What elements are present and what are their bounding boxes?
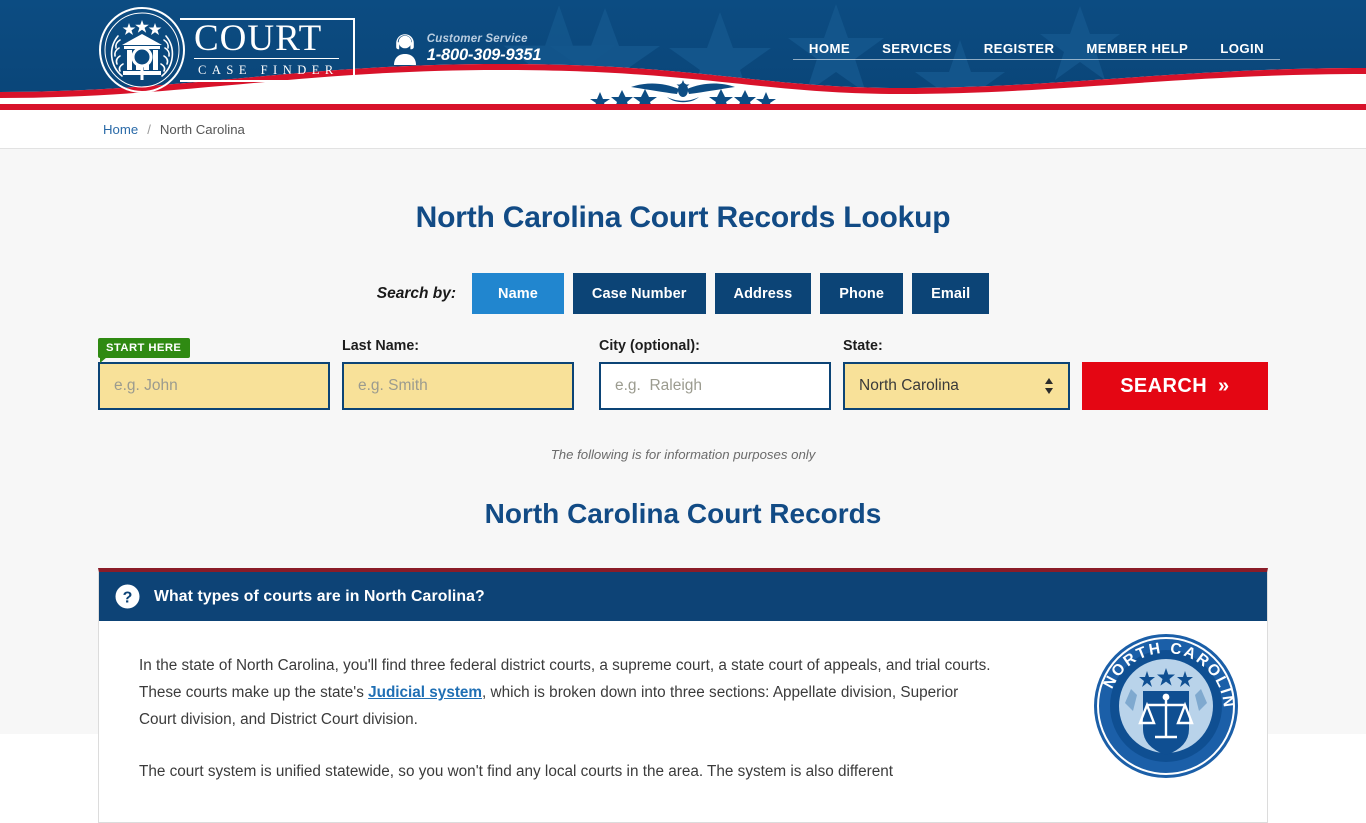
nav-item-member-help[interactable]: MEMBER HELP — [1070, 41, 1205, 60]
page-title: North Carolina Court Records Lookup — [415, 201, 951, 234]
faq-panel: ? What types of courts are in North Caro… — [98, 568, 1268, 823]
city-input[interactable] — [599, 362, 831, 410]
tab-address[interactable]: Address — [714, 273, 812, 314]
nav-item-home[interactable]: HOME — [792, 41, 867, 60]
breadcrumb-current: North Carolina — [159, 121, 245, 137]
city-label: City (optional): — [599, 338, 700, 354]
search-button-label: SEARCH — [1120, 374, 1208, 397]
state-select-value: North Carolina — [859, 377, 959, 394]
faq-body: NORTH CAROLINA In — [99, 621, 1267, 822]
last-name-label: Last Name: — [342, 338, 420, 354]
svg-text:?: ? — [123, 590, 133, 607]
question-mark-circle-icon: ? — [115, 584, 140, 609]
site-header: COURT CASE FINDER Customer Service 1-800… — [0, 0, 1366, 104]
nav-item-services[interactable]: SERVICES — [866, 41, 968, 60]
start-here-badge: START HERE — [98, 338, 191, 363]
tab-case-number[interactable]: Case Number — [572, 273, 706, 314]
city-group: City (optional): — [599, 338, 831, 410]
search-fields-row: First Name: Last Name: City (optional): … — [98, 338, 1268, 410]
first-name-input[interactable] — [98, 362, 330, 410]
last-name-group: Last Name: — [342, 338, 574, 410]
state-select[interactable]: North Carolina — [843, 362, 1070, 410]
section-title: North Carolina Court Records — [484, 498, 882, 529]
customer-service-block: Customer Service 1-800-309-9351 — [392, 32, 542, 65]
double-chevron-right-icon: » — [1218, 374, 1230, 397]
state-label: State: — [843, 338, 883, 354]
faq-question: What types of courts are in North Caroli… — [154, 587, 485, 605]
main-content: North Carolina Court Records Lookup Sear… — [0, 149, 1366, 823]
last-name-input[interactable] — [342, 362, 574, 410]
tab-name[interactable]: Name — [472, 273, 564, 314]
search-button[interactable]: SEARCH » — [1081, 362, 1268, 410]
search-by-label: Search by: — [376, 284, 457, 302]
nav-item-register[interactable]: REGISTER — [967, 41, 1071, 60]
judicial-system-link[interactable]: Judicial system — [368, 684, 482, 701]
breadcrumb: Home / North Carolina — [0, 110, 1366, 149]
nav-item-login[interactable]: LOGIN — [1204, 41, 1280, 60]
faq-header[interactable]: ? What types of courts are in North Caro… — [99, 572, 1267, 621]
faq-paragraph-2: The court system is unified statewide, s… — [139, 763, 893, 781]
disclaimer-text: The following is for information purpose… — [550, 447, 816, 462]
header-eagle-stars-decoration — [590, 80, 776, 104]
logo-primary-text: COURT — [194, 20, 339, 60]
search-type-tabs: Search by: Name Case Number Address Phon… — [0, 273, 1366, 314]
headset-support-icon — [393, 33, 416, 65]
customer-service-label: Customer Service — [426, 33, 528, 45]
search-form: START HERE First Name: Last Name: City (… — [98, 338, 1268, 410]
breadcrumb-separator: / — [147, 121, 151, 137]
breadcrumb-home-link[interactable]: Home — [103, 122, 138, 137]
faq-paragraph-1: In the state of North Carolina, you'll f… — [139, 653, 999, 733]
tab-phone[interactable]: Phone — [820, 273, 904, 314]
chevron-updown-icon — [1044, 378, 1053, 394]
state-group: State: North Carolina — [843, 338, 1070, 410]
main-navigation: HOME SERVICES REGISTER MEMBER HELP LOGIN — [792, 41, 1280, 60]
north-carolina-seal-icon: NORTH CAROLINA — [1093, 633, 1238, 778]
tab-email[interactable]: Email — [912, 273, 990, 314]
